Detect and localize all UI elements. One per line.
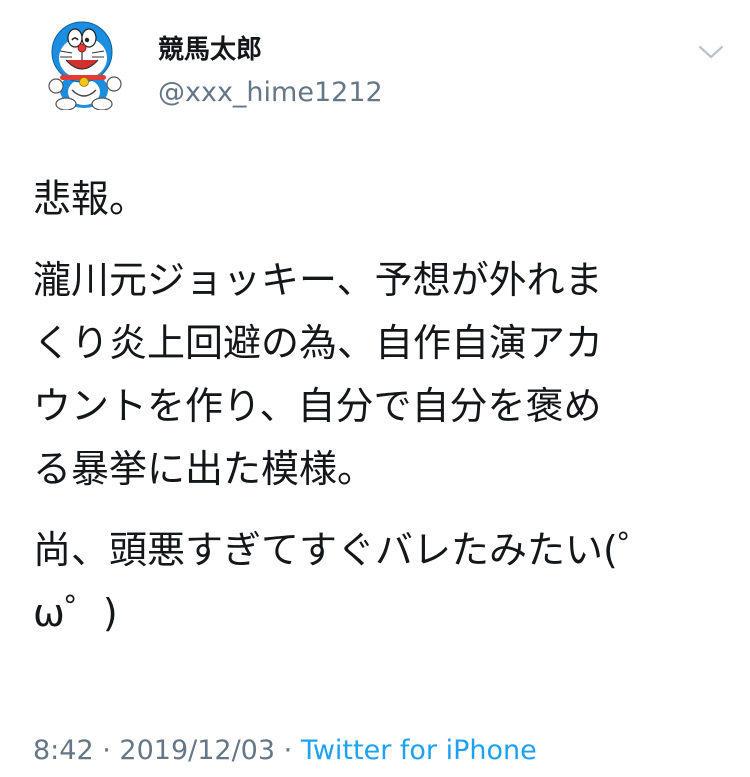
tweet-meta: 8:42 · 2019/12/03 · Twitter for iPhone xyxy=(33,733,537,769)
user-handle[interactable]: @xxx_hime1212 xyxy=(158,76,383,110)
tweet-header: 競馬太郎 @xxx_hime1212 xyxy=(36,18,726,118)
tweet-source-link[interactable]: Twitter for iPhone xyxy=(301,735,537,766)
tweet-date[interactable]: 2019/12/03 xyxy=(119,735,275,766)
tweet-paragraph: 尚、頭悪すぎてすぐバレたみたい(゜ ω゜) xyxy=(33,528,656,635)
avatar[interactable] xyxy=(36,18,128,111)
doraemon-avatar-icon xyxy=(48,21,122,111)
chevron-down-icon[interactable] xyxy=(696,42,726,62)
tweet-paragraph: 悲報。 xyxy=(33,177,148,221)
user-info: 競馬太郎 @xxx_hime1212 xyxy=(158,34,383,110)
tweet-paragraph: 瀧川元ジョッキー、予想が外れま くり炎上回避の為、自作自演アカ ウントを作り、自… xyxy=(33,258,604,491)
tweet-text: 悲報。 瀧川元ジョッキー、予想が外れま くり炎上回避の為、自作自演アカ ウントを… xyxy=(33,168,713,645)
display-name[interactable]: 競馬太郎 xyxy=(158,34,383,66)
separator: · xyxy=(102,735,111,766)
tweet-time[interactable]: 8:42 xyxy=(33,735,94,766)
separator: · xyxy=(283,735,293,766)
